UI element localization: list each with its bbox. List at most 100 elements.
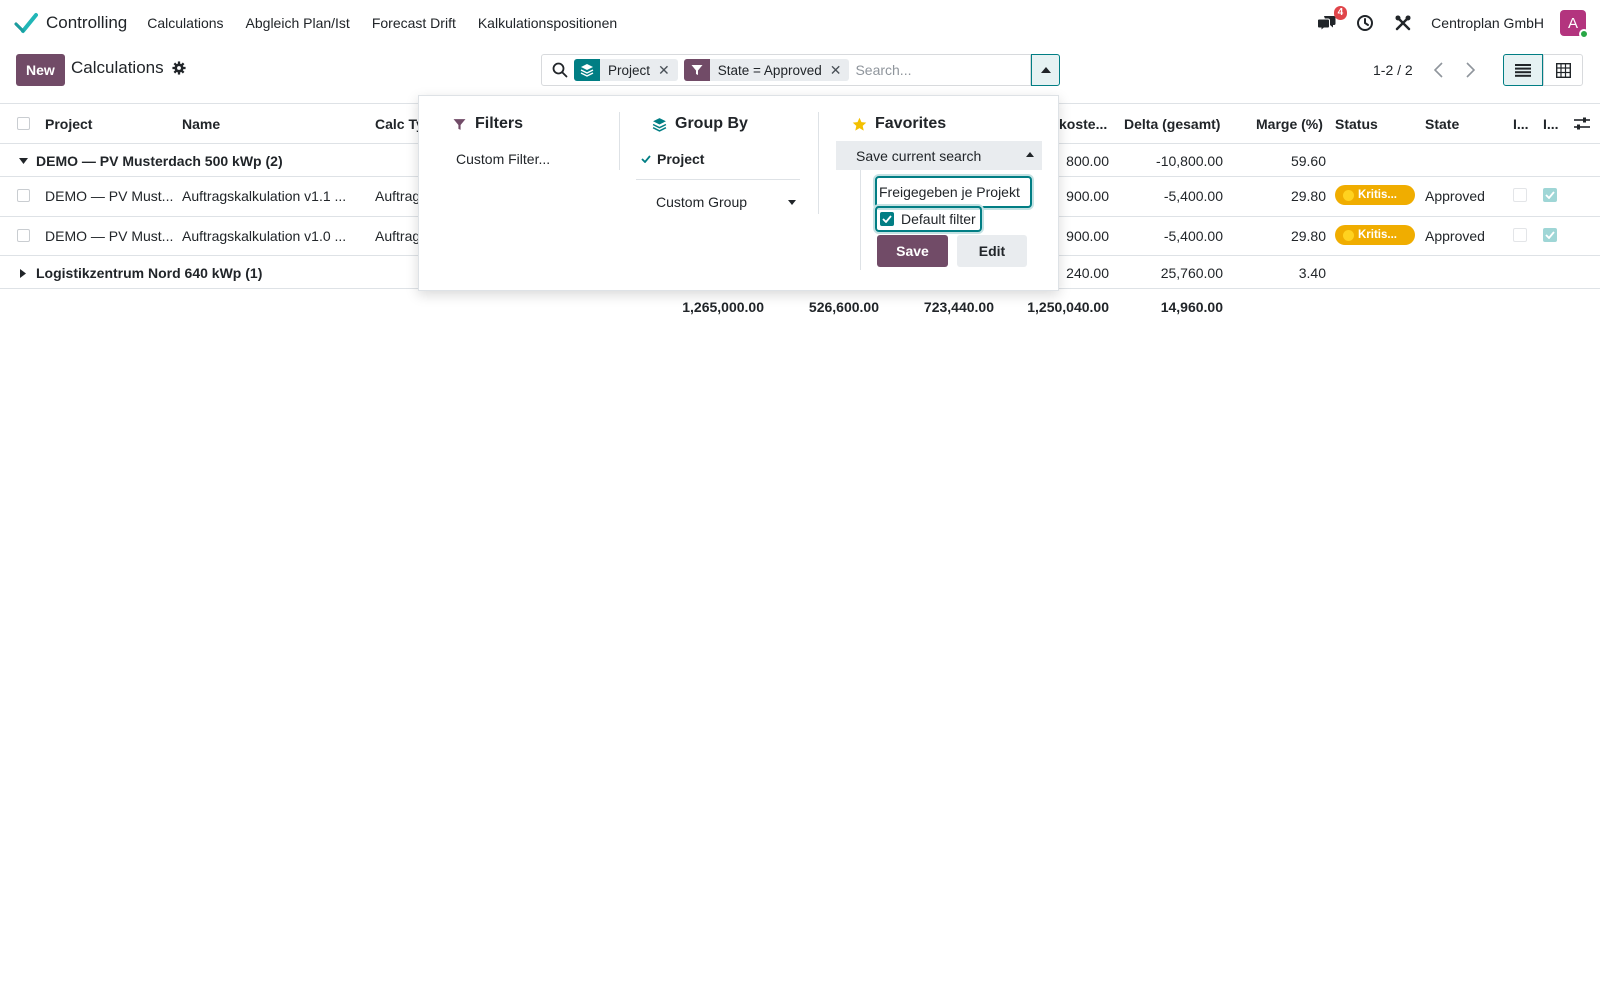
custom-group-label: Custom Group [656,194,748,210]
boolean-checkbox-unchecked[interactable] [1513,188,1527,202]
boolean-checkbox-checked[interactable] [1543,188,1557,202]
status-dot-icon [1343,229,1354,241]
activities-button[interactable] [1355,13,1375,33]
column-header-status[interactable]: Status [1335,116,1378,132]
group-kosten: 240.00 [1066,265,1109,281]
checkbox-checked-icon [880,212,894,226]
total-value: 723,440.00 [923,299,994,315]
close-icon[interactable]: ✕ [830,62,850,79]
app-name[interactable]: Controlling [46,13,127,33]
group-label: DEMO — PV Musterdach 500 kWp (2) [36,153,283,169]
column-header-state[interactable]: State [1425,116,1459,132]
cell-kosten[interactable]: 900.00 [1066,228,1109,244]
favorites-title: Favorites [875,115,947,132]
groupby-item-label: Project [657,151,705,167]
select-all-checkbox[interactable] [17,117,30,130]
facet-groupby-project[interactable]: Project ✕ [574,59,678,81]
new-button[interactable]: New [16,54,65,86]
cell-delta[interactable]: -5,400.00 [1164,188,1223,204]
search-panel-toggle[interactable] [1031,54,1060,86]
default-filter-label: Default filter [901,211,976,227]
row-checkbox[interactable] [17,189,30,202]
favorite-name-input[interactable] [875,176,1032,208]
layers-icon [574,59,600,81]
default-filter-checkbox[interactable]: Default filter [875,206,982,232]
clock-icon [1357,15,1374,31]
edit-favorite-button[interactable]: Edit [957,235,1027,267]
column-separator [818,112,819,214]
pager-next-button[interactable] [1459,58,1481,82]
list-view-button[interactable] [1503,54,1543,86]
cell-calc-type[interactable]: Auftrag [375,228,420,244]
group-delta: -10,800.00 [1156,153,1223,169]
column-separator [619,112,620,170]
column-header-i2[interactable]: I... [1543,116,1559,132]
total-value: 14,960.00 [1160,299,1223,315]
save-favorite-button[interactable]: Save [877,235,948,267]
status-badge[interactable]: Kritis... [1335,185,1415,205]
status-label: Kritis... [1358,229,1397,241]
groupby-item-project[interactable]: Project [641,151,704,167]
menu-item-kalkulationspositionen[interactable]: Kalkulationspositionen [478,15,617,31]
facet-filter-state[interactable]: State = Approved ✕ [683,59,850,81]
chat-icon [1318,16,1336,31]
custom-group-select[interactable]: Custom Group [656,194,796,210]
optional-columns-icon[interactable] [1574,117,1590,131]
menu-item-forecast-drift[interactable]: Forecast Drift [372,15,456,31]
save-current-search-toggle[interactable]: Save current search [836,141,1042,170]
app-logo-icon[interactable] [14,11,38,35]
column-header-name[interactable]: Name [182,116,220,132]
pager-value[interactable]: 1-2 / 2 [1373,62,1413,78]
messages-button[interactable]: 4 [1317,6,1348,33]
menu-item-calculations[interactable]: Calculations [147,15,223,31]
cell-state[interactable]: Approved [1425,228,1485,244]
check-icon [1545,231,1555,239]
check-icon [641,155,651,163]
user-avatar[interactable]: A [1560,10,1589,39]
search-bar: Project ✕ State = Approved ✕ [541,54,1031,86]
filters-header: Filters [451,115,523,133]
star-icon [851,116,867,132]
cell-calc-type[interactable]: Auftrag [375,188,420,204]
gear-icon[interactable] [172,61,186,75]
column-header-marge[interactable]: Marge (%) [1256,116,1323,132]
check-icon [1545,191,1555,199]
column-header-project[interactable]: Project [45,116,92,132]
status-dot-icon [1343,189,1354,201]
column-header-i1[interactable]: I... [1513,116,1529,132]
column-header-delta[interactable]: Delta (gesamt) [1124,116,1220,132]
cell-project[interactable]: DEMO — PV Must... [45,228,173,244]
boolean-checkbox-checked[interactable] [1543,228,1557,242]
total-value: 1,265,000.00 [682,299,764,315]
cell-delta[interactable]: -5,400.00 [1164,228,1223,244]
debug-tools-button[interactable] [1393,13,1413,33]
cell-name[interactable]: Auftragskalkulation v1.1 ... [182,188,346,204]
custom-filter-item[interactable]: Custom Filter... [456,151,550,167]
filter-icon [451,116,467,132]
company-switcher[interactable]: Centroplan GmbH [1431,15,1544,31]
column-header-calc-type[interactable]: Calc Ty [375,116,424,132]
top-navbar: Controlling Calculations Abgleich Plan/I… [0,0,1600,46]
group-row[interactable]: Logistikzentrum Nord 640 kWp (1) [18,265,262,281]
boolean-checkbox-unchecked[interactable] [1513,228,1527,242]
pager-previous-button[interactable] [1427,58,1449,82]
row-checkbox[interactable] [17,229,30,242]
search-icon [552,62,568,78]
cell-marge[interactable]: 29.80 [1291,188,1326,204]
caret-up-icon [1040,67,1051,73]
cell-project[interactable]: DEMO — PV Must... [45,188,173,204]
cell-state[interactable]: Approved [1425,188,1485,204]
status-badge[interactable]: Kritis... [1335,225,1415,245]
total-value: 1,250,040.00 [1027,299,1109,315]
pivot-view-button[interactable] [1543,54,1583,86]
cell-marge[interactable]: 29.80 [1291,228,1326,244]
cell-name[interactable]: Auftragskalkulation v1.0 ... [182,228,346,244]
group-row[interactable]: DEMO — PV Musterdach 500 kWp (2) [18,153,283,169]
search-input[interactable] [855,62,1016,78]
close-icon[interactable]: ✕ [658,62,678,79]
filter-icon [683,59,710,81]
column-header-kosten[interactable]: koste... [1059,116,1107,132]
cell-kosten[interactable]: 900.00 [1066,188,1109,204]
page-title: Calculations [71,58,164,77]
menu-item-abgleich[interactable]: Abgleich Plan/Ist [246,15,350,31]
